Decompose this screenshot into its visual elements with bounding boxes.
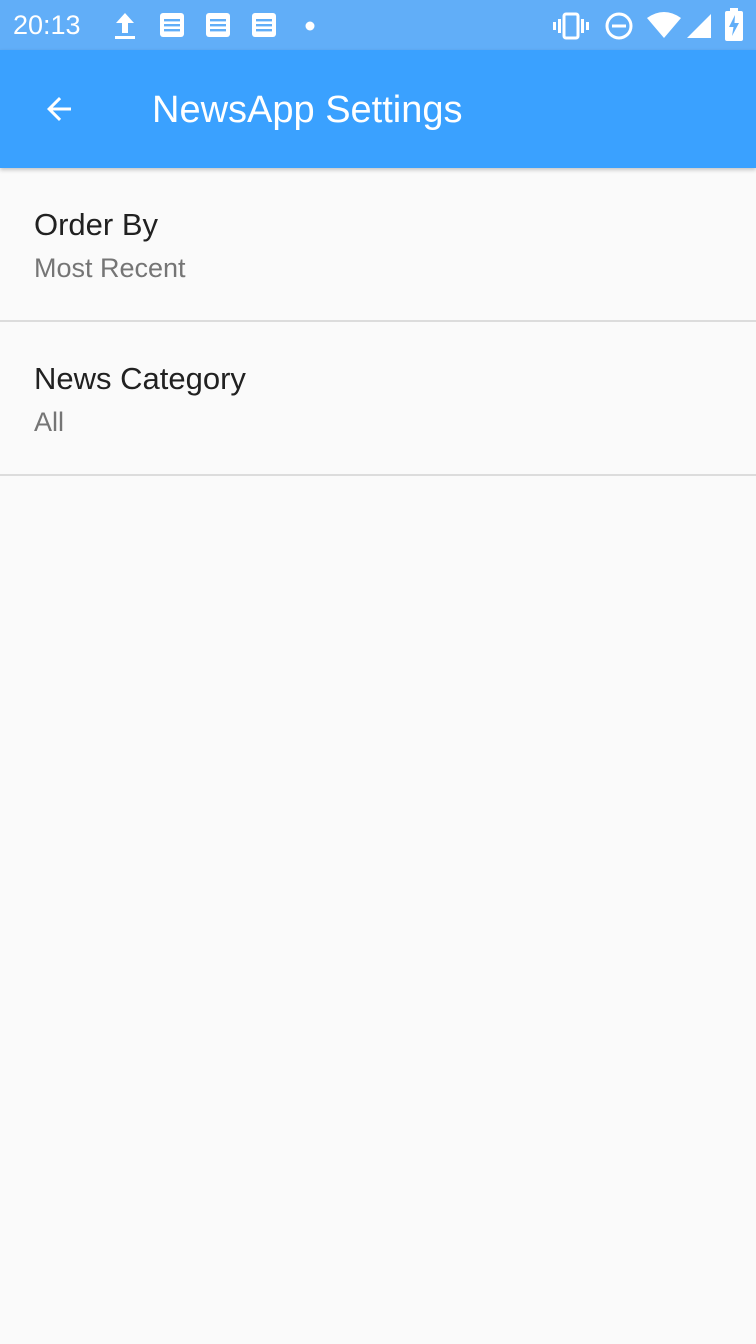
notes-icon xyxy=(252,13,276,37)
back-button[interactable] xyxy=(24,74,94,144)
page-title: NewsApp Settings xyxy=(152,89,463,131)
preference-title: News Category xyxy=(34,361,246,396)
notes-icon xyxy=(206,13,230,37)
wifi-icon xyxy=(647,12,681,38)
preference-summary: All xyxy=(34,407,65,437)
upload-icon xyxy=(115,13,135,39)
app-bar: NewsApp Settings xyxy=(0,50,756,168)
preference-news-category[interactable]: News Category All xyxy=(0,322,756,476)
do-not-disturb-icon xyxy=(605,12,633,40)
arrow-back-icon xyxy=(47,97,71,121)
preference-order-by[interactable]: Order By Most Recent xyxy=(0,168,756,322)
status-bar: 20:13 xyxy=(0,0,756,50)
cell-signal-icon xyxy=(687,14,711,38)
status-time: 20:13 xyxy=(13,10,81,40)
preference-title: Order By xyxy=(34,207,159,242)
vibrate-icon xyxy=(553,12,589,40)
preference-summary: Most Recent xyxy=(34,253,186,283)
dot-icon xyxy=(305,21,315,31)
notes-icon xyxy=(160,13,184,37)
battery-charging-icon xyxy=(725,8,743,41)
preference-list: Order By Most Recent News Category All xyxy=(0,168,756,476)
